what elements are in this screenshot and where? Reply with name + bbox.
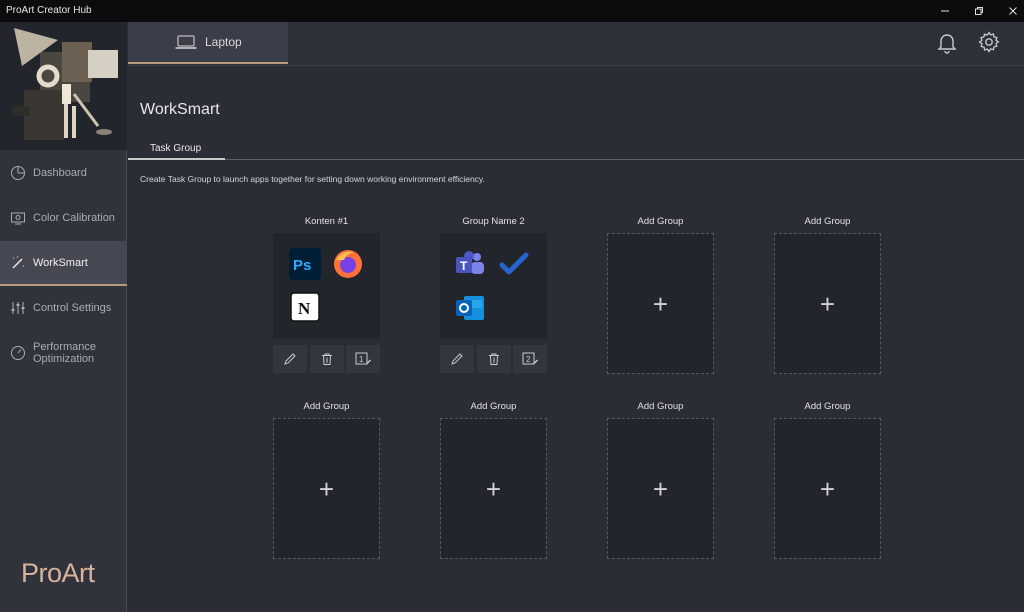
page-title: WorkSmart [140,101,220,118]
svg-text:2: 2 [526,355,531,364]
group-label: Add Group [470,401,517,412]
tab-divider [128,159,1024,160]
add-group-button[interactable]: + [774,233,881,374]
svg-text:T: T [460,259,468,273]
sidebar-item-label: Dashboard [33,167,87,179]
add-group-button[interactable]: + [774,418,881,559]
plus-icon: + [819,288,836,319]
svg-text:Ps: Ps [293,257,311,274]
notion-icon: N [290,292,320,322]
todo-icon [499,252,529,275]
proart-logo: ProArt [21,558,95,588]
pencil-icon [451,353,463,365]
title-bar: ProArt Creator Hub [0,0,1024,22]
sidebar-item-dashboard[interactable]: Dashboard [0,162,127,184]
group-label: Group Name 2 [462,216,525,227]
outlook-icon [456,296,484,320]
add-group-button[interactable]: + [273,418,380,559]
sidebar-item-control-settings[interactable]: Control Settings [0,297,127,319]
add-group-button[interactable]: + [607,233,714,374]
svg-text:1: 1 [359,355,364,364]
group-label: Konten #1 [304,216,349,227]
notifications-button[interactable] [935,30,959,54]
page-description: Create Task Group to launch apps togethe… [140,174,485,184]
tab-task-group[interactable]: Task Group [128,140,225,160]
task-group-card[interactable]: T [440,233,547,339]
window-title: ProArt Creator Hub [6,5,92,16]
edit-group-button[interactable] [440,345,474,373]
creator-illustration-icon [0,22,127,150]
magic-wand-icon [12,256,24,269]
plus-icon: + [652,473,669,504]
close-button[interactable] [996,0,1024,22]
trash-icon [488,353,499,365]
group-number-icon: 1 [355,352,371,365]
rename-group-button[interactable]: 2 [513,345,547,373]
laptop-icon [175,35,197,49]
tab-laptop-label: Laptop [205,35,242,49]
task-group-card[interactable]: Ps N [273,233,380,339]
photoshop-icon: Ps [289,248,321,280]
plus-icon: + [318,473,335,504]
group-label: Add Group [804,401,851,412]
sidebar-item-label: Control Settings [33,302,112,314]
device-bar: Laptop [128,22,1024,66]
close-icon [1009,7,1017,15]
minimize-button[interactable] [928,0,962,22]
sidebar-item-label: Color Calibration [33,212,115,224]
edit-group-button[interactable] [273,345,307,373]
group-actions: 1 [273,345,380,373]
bell-icon [937,34,957,54]
group-label: Add Group [637,401,684,412]
pencil-icon [284,353,296,365]
settings-button[interactable] [977,30,1001,54]
firefox-icon [334,250,362,278]
add-group-button[interactable]: + [607,418,714,559]
restore-icon [975,7,983,15]
restore-button[interactable] [962,0,996,22]
monitor-calibration-icon [11,212,25,225]
sidebar-item-color-calibration[interactable]: Color Calibration [0,207,127,229]
sidebar-item-label: WorkSmart [33,256,88,269]
sidebar: Dashboard Color Calibration WorkSmart Co… [0,22,127,612]
sidebar-item-label: Performance Optimization [33,341,96,365]
dashboard-icon [11,166,25,180]
minimize-icon [941,10,949,12]
tab-laptop[interactable]: Laptop [128,22,288,64]
delete-group-button[interactable] [309,345,344,373]
sidebar-item-worksmart[interactable]: WorkSmart [0,241,127,286]
delete-group-button[interactable] [476,345,511,373]
plus-icon: + [819,473,836,504]
sliders-icon [11,302,25,314]
group-number-icon: 2 [522,352,538,365]
speedometer-icon [11,346,25,360]
group-label: Add Group [637,216,684,227]
rename-group-button[interactable]: 1 [346,345,380,373]
trash-icon [321,353,332,365]
group-label: Add Group [303,401,350,412]
add-group-button[interactable]: + [440,418,547,559]
plus-icon: + [485,473,502,504]
teams-icon: T [456,251,484,274]
svg-text:N: N [298,299,311,318]
plus-icon: + [652,288,669,319]
group-actions: 2 [440,345,547,373]
sidebar-item-performance-optimization[interactable]: Performance Optimization [0,338,127,368]
group-label: Add Group [804,216,851,227]
hero-illustration [0,22,127,150]
gear-icon [978,31,1000,53]
